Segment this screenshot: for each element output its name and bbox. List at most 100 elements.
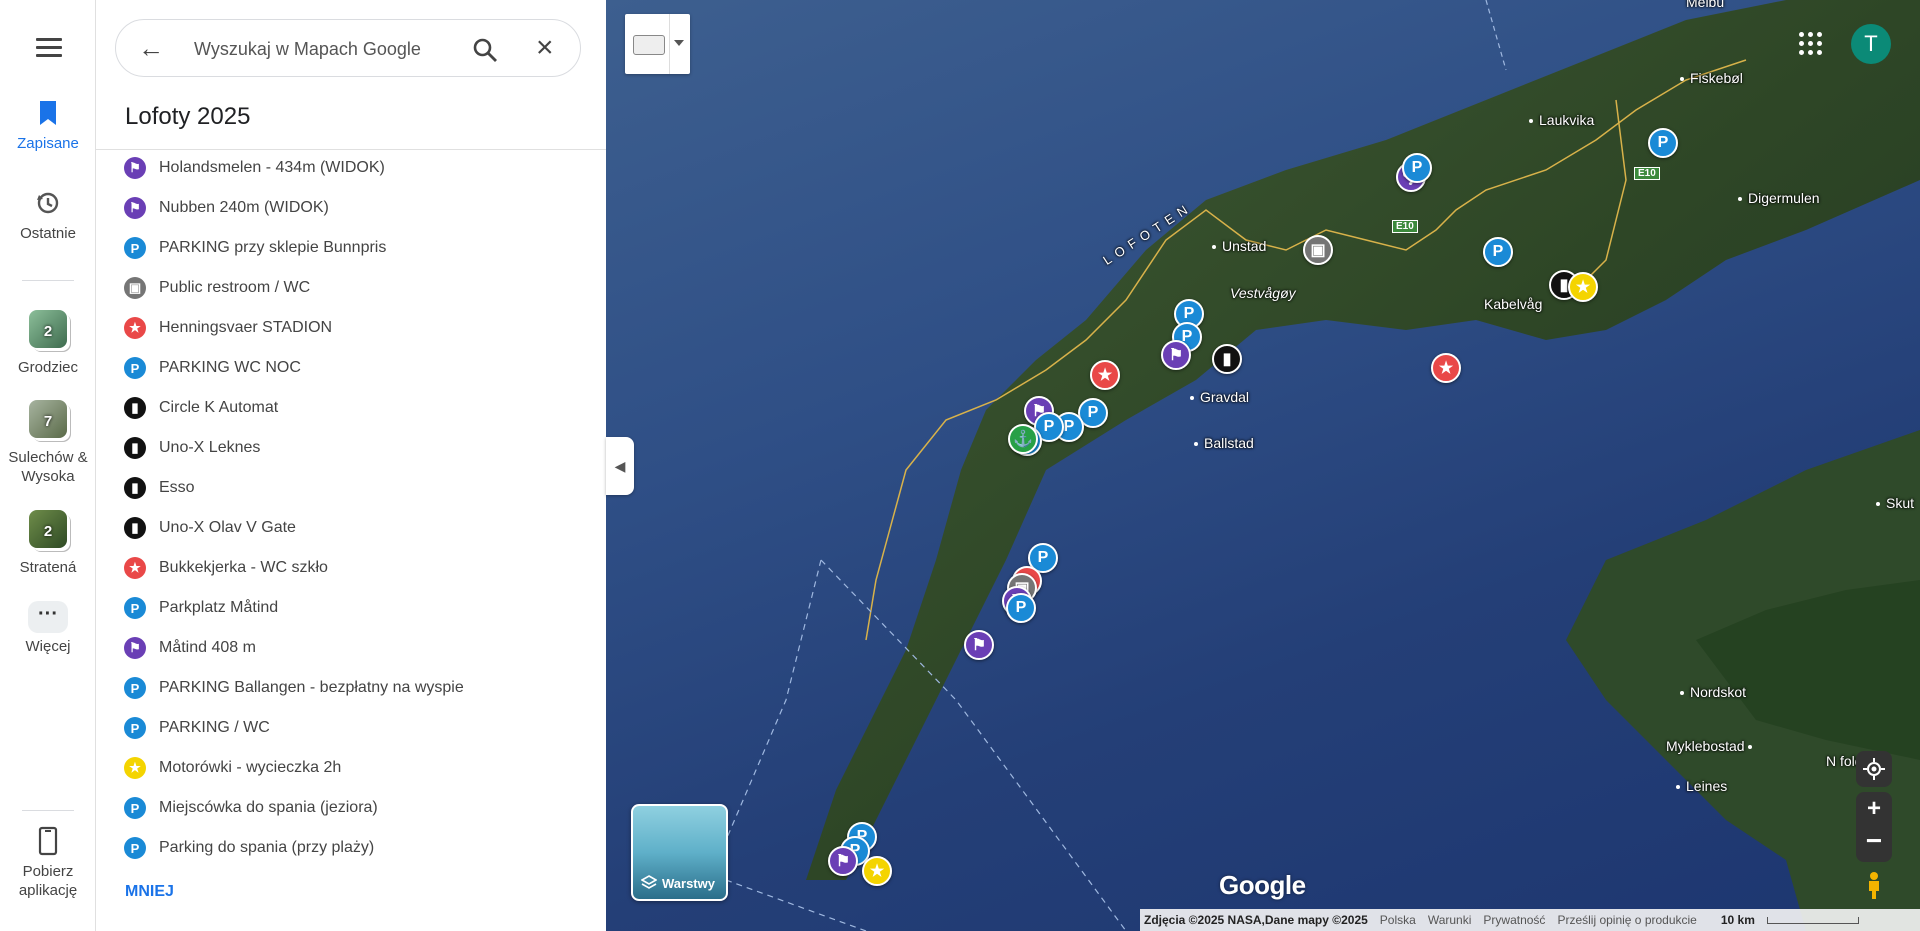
fuel-icon: ▮ [124, 477, 146, 499]
left-rail: Zapisane Ostatnie 2 Grodziec 7 Sulechów … [0, 0, 96, 931]
map-label-kabelvag: Kabelvåg [1484, 296, 1543, 312]
list-item[interactable]: ▮ Esso [124, 468, 564, 508]
rail-saved[interactable]: Zapisane [0, 100, 96, 153]
hiking-pin[interactable]: ⚑ [828, 846, 858, 876]
list-item[interactable]: ▮ Uno-X Olav V Gate [124, 508, 564, 548]
rail-list-label: Grodziec [17, 359, 79, 376]
list-item[interactable]: P Miejscówka do spania (jeziora) [124, 788, 564, 828]
list-count-badge: 2 [43, 323, 53, 340]
map-label-vestvagoy: Vestvågøy [1230, 285, 1296, 301]
rail-get-app-label: Pobierz aplikację [18, 863, 78, 899]
rail-list-stratena[interactable]: 2 Stratená [0, 510, 96, 577]
fuel-icon: ▮ [124, 397, 146, 419]
rail-more[interactable]: ··· Więcej [0, 601, 96, 656]
list-item[interactable]: P PARKING Ballangen - bezpłatny na wyspie [124, 668, 564, 708]
parking-pin[interactable]: P [1648, 128, 1678, 158]
star-pin[interactable]: ★ [1090, 360, 1120, 390]
parking-pin[interactable]: P [1006, 593, 1036, 623]
rail-list-sulechow[interactable]: 7 Sulechów & Wysoka [0, 400, 96, 486]
zoom-in-button[interactable]: + [1856, 792, 1892, 826]
history-icon [37, 192, 59, 214]
scale-indicator[interactable]: 10 km [1709, 913, 1859, 927]
map-label-nordskot: Nordskot [1680, 684, 1746, 700]
map-label-laukvika: Laukvika [1529, 112, 1594, 128]
parking-pin[interactable]: P [1483, 237, 1513, 267]
layers-icon [641, 875, 657, 889]
list-item[interactable]: ▣ Public restroom / WC [124, 268, 564, 308]
more-icon: ··· [28, 601, 68, 633]
layers-button[interactable]: Warstwy [631, 804, 728, 901]
place-name: Uno-X Leknes [159, 439, 261, 456]
feedback-link[interactable]: Prześlij opinię o produkcie [1557, 913, 1696, 927]
hiking-pin[interactable]: ⚑ [1161, 340, 1191, 370]
place-name: Nubben 240m (WIDOK) [159, 199, 329, 216]
star-pin[interactable]: ★ [1568, 272, 1598, 302]
restroom-pin[interactable]: ▣ [1303, 235, 1333, 265]
road-sign-e10: E10 [1634, 167, 1660, 180]
list-title: Lofoty 2025 [125, 103, 251, 130]
my-location-button[interactable] [1856, 751, 1892, 787]
back-arrow-icon[interactable]: ← [138, 35, 164, 61]
search-input[interactable] [192, 36, 446, 62]
map-label-digermulen: Digermulen [1738, 190, 1820, 206]
list-count-badge: 7 [43, 413, 53, 430]
list-item[interactable]: ★ Henningsvaer STADION [124, 308, 564, 348]
rail-list-grodziec[interactable]: 2 Grodziec [0, 310, 96, 377]
rail-get-app[interactable]: Pobierz aplikację [0, 826, 96, 900]
list-item[interactable]: ⚑ Holandsmelen - 434m (WIDOK) [124, 150, 564, 188]
map-attribution: Zdjęcia ©2025 NASA,Dane mapy ©2025 [1144, 913, 1368, 927]
list-item[interactable]: ★ Bukkekjerka - WC szkło [124, 548, 564, 588]
star-pin[interactable]: ★ [1431, 353, 1461, 383]
show-less-button[interactable]: MNIEJ [125, 883, 174, 901]
place-name: Miejscówka do spania (jeziora) [159, 799, 378, 816]
map-label-gravdal: Gravdal [1190, 389, 1249, 405]
map-canvas[interactable]: Melbu Fiskebøl Laukvika Digermulen LOFOT… [606, 0, 1920, 931]
place-name: Uno-X Olav V Gate [159, 519, 296, 536]
star-icon: ★ [124, 757, 146, 779]
list-item[interactable]: P Parking do spania (przy plaży) [124, 828, 564, 868]
list-item[interactable]: ▮ Uno-X Leknes [124, 428, 564, 468]
rail-divider [22, 810, 74, 811]
rail-recent[interactable]: Ostatnie [0, 190, 96, 243]
list-item[interactable]: ⚑ Nubben 240m (WIDOK) [124, 188, 564, 228]
country-link[interactable]: Polska [1380, 913, 1416, 927]
list-item[interactable]: P PARKING WC NOC [124, 348, 564, 388]
search-icon[interactable] [472, 37, 498, 63]
list-item[interactable]: P PARKING / WC [124, 708, 564, 748]
place-name: PARKING Ballangen - bezpłatny na wyspie [159, 679, 464, 696]
list-thumbnail: 2 [29, 310, 67, 348]
terms-link[interactable]: Warunki [1428, 913, 1472, 927]
list-item[interactable]: ⚑ Måtind 408 m [124, 628, 564, 668]
collapse-panel-button[interactable]: ◀ [606, 437, 634, 495]
list-item[interactable]: ▮ Circle K Automat [124, 388, 564, 428]
place-name: Bukkekjerka - WC szkło [159, 559, 328, 576]
parking-icon: P [124, 717, 146, 739]
dropdown-arrow-icon[interactable] [674, 40, 684, 46]
pegman-icon[interactable] [1862, 870, 1886, 900]
place-name: Motorówki - wycieczka 2h [159, 759, 342, 776]
list-item[interactable]: P Parkplatz Måtind [124, 588, 564, 628]
parking-icon: P [124, 597, 146, 619]
rail-recent-label: Ostatnie [20, 225, 76, 242]
parking-pin[interactable]: P [1402, 153, 1432, 183]
apps-grid-icon[interactable] [1799, 32, 1823, 56]
list-count-badge: 2 [43, 523, 53, 540]
keyboard-icon[interactable] [633, 35, 665, 55]
rail-more-label: Więcej [25, 638, 71, 655]
account-avatar[interactable]: T [1851, 24, 1891, 64]
zoom-controls: + − [1856, 792, 1892, 862]
input-tools [625, 14, 690, 74]
menu-icon[interactable] [36, 38, 62, 58]
fuel-icon: ▮ [124, 517, 146, 539]
fuel-pin[interactable]: ▮ [1212, 344, 1242, 374]
close-icon[interactable]: × [536, 31, 554, 65]
place-name: Esso [159, 479, 195, 496]
map-label-fiskebol: Fiskebøl [1680, 70, 1743, 86]
hiking-pin[interactable]: ⚑ [964, 630, 994, 660]
privacy-link[interactable]: Prywatność [1483, 913, 1545, 927]
zoom-out-button[interactable]: − [1856, 826, 1892, 860]
list-item[interactable]: P PARKING przy sklepie Bunnpris [124, 228, 564, 268]
boat-pin[interactable]: ⚓ [1008, 424, 1038, 454]
list-item[interactable]: ★ Motorówki - wycieczka 2h [124, 748, 564, 788]
star-pin[interactable]: ★ [862, 856, 892, 886]
